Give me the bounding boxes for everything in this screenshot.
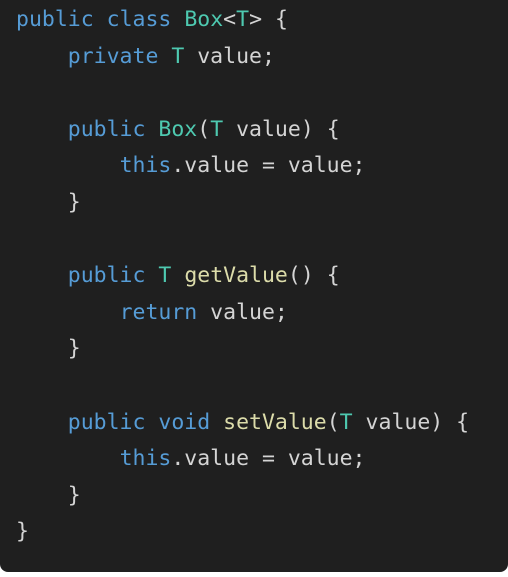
code-keyword: return [119, 299, 198, 325]
code-line: this.value = value; [16, 148, 469, 185]
code-type-name: Box [158, 116, 198, 142]
page-bottom-margin [0, 572, 508, 577]
code-text: .value = value; [171, 153, 366, 179]
code-keyword: private [67, 43, 159, 69]
code-text: value) { [352, 409, 470, 435]
code-type-name: T [158, 263, 172, 289]
code-line: } [16, 185, 469, 222]
code-keyword: public [16, 7, 94, 32]
code-keyword: public [67, 263, 146, 289]
code-keyword: this [119, 153, 172, 179]
code-keyword: void [158, 409, 211, 435]
code-line: } [16, 514, 469, 551]
code-function-name: setValue [223, 409, 327, 435]
code-text: value; [184, 43, 275, 69]
code-line: public T getValue() { [16, 258, 469, 295]
code-line: } [16, 331, 469, 368]
code-line: public void setValue(T value) { [16, 405, 469, 442]
code-text: () { [287, 263, 340, 289]
code-line: this.value = value; [16, 441, 469, 478]
code-text: } [16, 336, 81, 362]
code-type-name: T [210, 116, 224, 142]
code-line: private T value; [16, 39, 469, 76]
code-line: } [16, 478, 469, 515]
code-text: ( [197, 116, 211, 142]
code-function-name: getValue [184, 263, 288, 289]
code-text: value; [197, 299, 288, 325]
code-text: value) { [223, 116, 340, 142]
code-keyword: class [106, 7, 172, 32]
code-text: } [16, 519, 29, 545]
code-text: .value = value; [171, 446, 366, 472]
code-text: } [16, 189, 81, 215]
code-type-name: T [171, 43, 185, 69]
code-lines: public class Box<T> { private T value; p… [16, 2, 469, 551]
code-type-name: T [339, 409, 353, 435]
code-keyword: this [119, 446, 172, 472]
code-text: } [16, 482, 81, 508]
code-line: public Box(T value) { [16, 112, 469, 149]
code-text: < [223, 7, 237, 32]
code-type-name: Box [184, 7, 224, 32]
code-text: > { [249, 7, 288, 32]
code-type-name: T [236, 7, 250, 32]
code-text: ( [326, 409, 340, 435]
code-block: public class Box<T> { private T value; p… [0, 0, 508, 572]
code-line: public class Box<T> { [16, 2, 469, 39]
code-line: return value; [16, 295, 469, 332]
code-keyword: public [67, 409, 146, 435]
code-keyword: public [67, 116, 146, 142]
